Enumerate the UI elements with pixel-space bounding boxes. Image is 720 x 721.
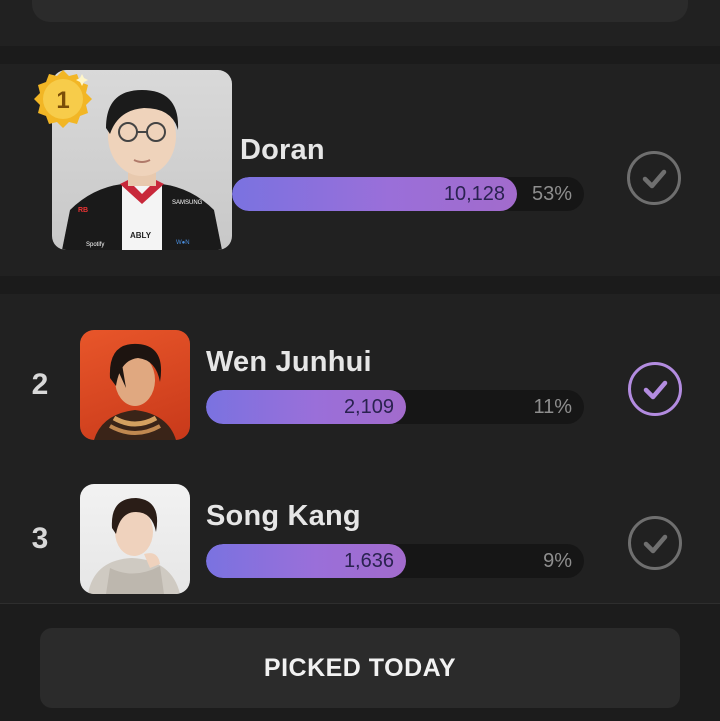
picked-today-button[interactable]: PICKED TODAY [40, 628, 680, 708]
vote-check-button[interactable] [628, 516, 682, 570]
vote-bar-track: 1,636 9% [206, 544, 584, 578]
previous-card [32, 0, 688, 22]
vote-bar-track: 10,128 53% [232, 177, 584, 211]
section-divider [0, 46, 720, 64]
candidate-name: Wen Junhui [206, 346, 372, 378]
svg-text:ABLY: ABLY [130, 231, 152, 240]
gold-medal-badge-icon: 1 [32, 68, 94, 130]
rank-number: 2 [31, 368, 49, 401]
vote-check-button[interactable] [628, 362, 682, 416]
vote-count: 10,128 [443, 183, 505, 205]
rank-number: 3 [31, 522, 49, 555]
vote-count: 2,109 [343, 396, 394, 418]
svg-text:SAMSUNG: SAMSUNG [172, 200, 203, 206]
checkmark-icon [643, 380, 668, 400]
svg-text:1: 1 [56, 87, 69, 114]
candidate-name: Song Kang [206, 500, 361, 532]
checkmark-icon [643, 534, 668, 554]
section-divider [0, 276, 720, 294]
avatar-song-kang[interactable] [80, 484, 190, 594]
checkmark-icon [642, 169, 667, 189]
vote-percent: 9% [543, 550, 572, 572]
candidate-name: Doran [240, 134, 325, 166]
vote-bar-track: 2,109 11% [206, 390, 584, 424]
vote-percent: 53% [531, 183, 572, 205]
song-kang-portrait-image [88, 498, 180, 594]
avatar-wen-junhui[interactable] [80, 330, 190, 440]
vote-count: 1,636 [343, 550, 394, 572]
vote-percent: 11% [533, 396, 572, 418]
wen-junhui-portrait-image [94, 343, 176, 440]
svg-text:W●N: W●N [176, 240, 190, 246]
svg-text:RB: RB [78, 207, 88, 214]
svg-text:Spotify: Spotify [86, 242, 104, 248]
bottom-action-bar: PICKED TODAY [0, 603, 720, 721]
vote-check-button[interactable] [627, 151, 681, 205]
